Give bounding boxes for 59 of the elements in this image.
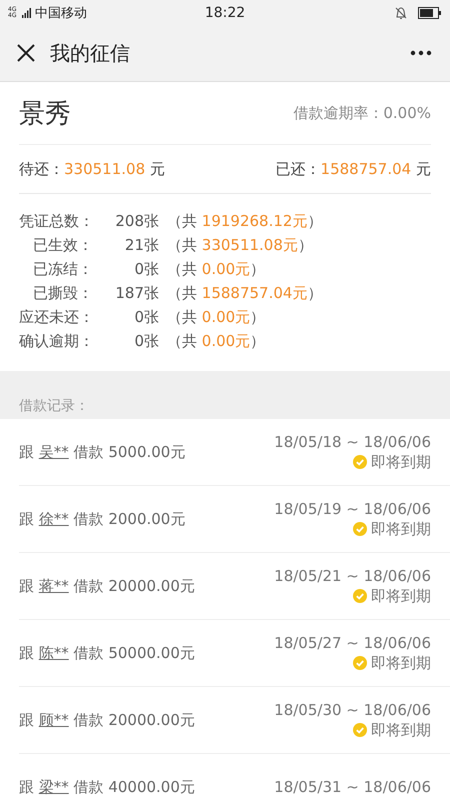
stat-amount: （共 1588757.04元）: [167, 284, 322, 303]
more-icon[interactable]: [410, 50, 432, 56]
loan-status: 即将到期: [371, 520, 431, 538]
loan-period: 18/05/19 ~ 18/06/06: [274, 500, 431, 518]
balance-text: 已还：1588757.04 元: [276, 160, 431, 178]
balance-text: 待还：330511.08 元: [19, 160, 165, 178]
loan-text: 跟 蒋** 借款 20000.00元: [19, 576, 195, 596]
stat-amount: （共 330511.08元）: [167, 236, 314, 255]
user-name: 景秀: [19, 98, 71, 130]
stat-label: 已冻结：: [32, 260, 93, 279]
stat-label: 已撕毁：: [32, 284, 93, 303]
loan-period: 18/05/21 ~ 18/06/06: [274, 566, 431, 584]
section-label: 借款记录：: [19, 397, 89, 415]
loan-text: 跟 顾** 借款 20000.00元: [19, 710, 195, 730]
check-circle-icon: [353, 589, 367, 603]
stat-count: 0张: [133, 308, 159, 327]
stat-count: 21张: [124, 236, 159, 255]
loan-text: 跟 吴** 借款 5000.00元: [19, 442, 186, 462]
stat-count: 0张: [133, 332, 159, 351]
stat-label: 凭证总数：: [19, 212, 93, 231]
loan-text: 跟 徐** 借款 2000.00元: [19, 510, 186, 528]
overdue-rate: 借款逾期率：0.00%: [293, 104, 431, 122]
bell-muted-icon: [394, 6, 408, 20]
signal-icon: [22, 8, 31, 18]
check-circle-icon: [353, 522, 367, 536]
lender-link[interactable]: 吴**: [38, 442, 69, 460]
loan-period: 18/05/18 ~ 18/06/06: [274, 432, 431, 450]
carrier-name: 中国移动: [35, 4, 87, 22]
loan-status: 即将到期: [371, 452, 431, 472]
page-title: 我的征信: [50, 40, 131, 66]
lender-link[interactable]: 梁**: [38, 778, 69, 796]
check-circle-icon: [353, 455, 367, 469]
stat-label: 应还未还：: [19, 308, 93, 327]
lender-link[interactable]: 徐**: [38, 510, 69, 528]
stat-count: 0张: [133, 260, 159, 279]
stat-label: 确认逾期：: [19, 332, 93, 351]
close-icon[interactable]: [16, 43, 36, 63]
stat-amount: （共 1919268.12元）: [167, 212, 322, 231]
clock: 18:22: [204, 4, 246, 20]
loan-text: 跟 陈** 借款 50000.00元: [19, 644, 195, 662]
loan-period: 18/05/27 ~ 18/06/06: [274, 634, 431, 652]
check-circle-icon: [353, 656, 367, 670]
check-circle-icon: [353, 723, 367, 737]
loan-text: 跟 梁** 借款 40000.00元: [19, 778, 195, 796]
loan-status: 即将到期: [371, 586, 431, 606]
lender-link[interactable]: 陈**: [38, 644, 69, 662]
stat-amount: （共 0.00元）: [167, 332, 266, 351]
lender-link[interactable]: 蒋**: [38, 576, 69, 594]
loan-status: 即将到期: [371, 720, 431, 740]
stat-amount: （共 0.00元）: [167, 308, 266, 327]
stat-count: 187张: [114, 284, 159, 303]
loan-period: 18/05/30 ~ 18/06/06: [274, 700, 431, 718]
lender-link[interactable]: 顾**: [38, 710, 69, 728]
loan-status: 即将到期: [371, 654, 431, 672]
battery-icon: [418, 6, 442, 18]
stat-amount: （共 0.00元）: [167, 260, 266, 279]
stat-count: 208张: [114, 212, 159, 231]
loan-period: 18/05/31 ~ 18/06/06: [274, 778, 431, 796]
stat-label: 已生效：: [32, 236, 93, 255]
